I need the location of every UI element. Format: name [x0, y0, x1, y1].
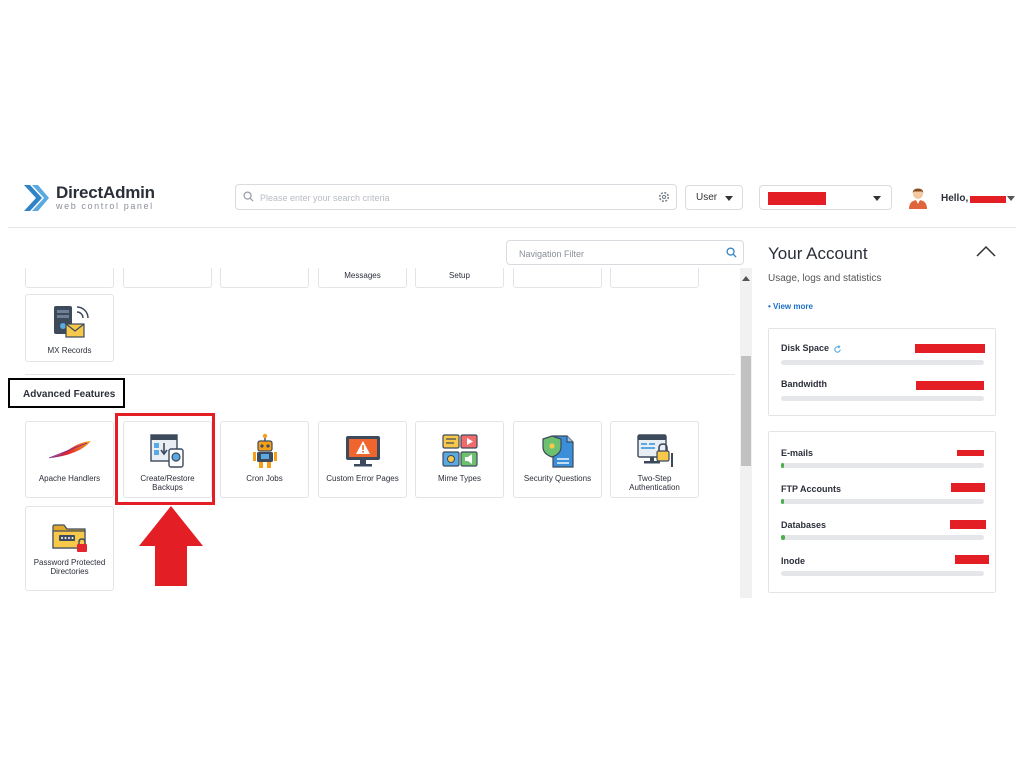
feature-card-cron-jobs[interactable]: Cron Jobs	[220, 421, 309, 498]
stat-label: Disk Space	[781, 343, 830, 353]
user-avatar-icon[interactable]	[908, 187, 928, 209]
feature-card-password-protected-directories[interactable]: Password Protected Directories	[25, 506, 114, 591]
feature-card-partial[interactable]	[220, 268, 309, 288]
progress-bar	[781, 499, 984, 504]
usage-stats-box: Disk Space Bandwidth	[768, 328, 996, 416]
progress-bar	[781, 396, 984, 401]
feature-card-partial[interactable]	[610, 268, 699, 288]
red-arrow-icon	[139, 506, 203, 586]
apache-feather-icon	[48, 441, 91, 459]
feature-card-security-questions[interactable]: Security Questions	[513, 421, 602, 498]
navigation-filter[interactable]	[506, 240, 744, 265]
redacted-value	[915, 344, 985, 353]
feature-card-mime-types[interactable]: Mime Types	[415, 421, 504, 498]
feature-card-partial[interactable]	[25, 268, 114, 288]
redacted-value	[957, 450, 984, 456]
directadmin-logo-icon[interactable]	[22, 183, 50, 213]
section-title-advanced-features: Advanced Features	[8, 378, 125, 408]
navigation-filter-input[interactable]	[517, 245, 721, 263]
search-input[interactable]	[258, 188, 662, 208]
refresh-icon[interactable]	[833, 345, 842, 354]
stat-label: E-mails	[781, 448, 814, 458]
feature-card-label: Apache Handlers	[38, 474, 101, 483]
feature-card-custom-error-pages[interactable]: Custom Error Pages	[318, 421, 407, 498]
redacted-username	[970, 196, 1006, 203]
stat-label: Inode	[781, 556, 805, 566]
two-step-lock-icon	[636, 434, 673, 467]
redacted-value	[951, 483, 985, 492]
feature-card-label: Password Protected Directories	[33, 558, 106, 576]
feature-card-label: Cron Jobs	[246, 474, 283, 483]
mx-records-icon	[53, 306, 89, 338]
scroll-up-arrow-icon[interactable]	[742, 276, 750, 281]
feature-card-label: Custom Error Pages	[326, 474, 399, 483]
scrollbar-thumb[interactable]	[741, 356, 751, 466]
feature-card-setup[interactable]: Setup	[415, 268, 504, 288]
redacted-domain	[768, 192, 826, 205]
redacted-value	[955, 555, 989, 564]
error-monitor-icon	[345, 436, 380, 467]
feature-card-label: Setup	[449, 271, 470, 280]
section-divider	[25, 374, 735, 375]
header-divider	[8, 227, 1016, 228]
gear-icon[interactable]	[658, 191, 670, 203]
search-icon	[243, 191, 254, 202]
progress-fill	[781, 463, 785, 468]
feature-card-apache-handlers[interactable]: Apache Handlers	[25, 421, 114, 498]
user-greeting[interactable]: Hello,	[941, 193, 968, 204]
feature-card-partial[interactable]	[513, 268, 602, 288]
chevron-up-icon[interactable]	[975, 244, 997, 258]
global-search-bar[interactable]	[235, 184, 677, 210]
progress-bar	[781, 535, 984, 540]
role-select[interactable]: User	[685, 185, 743, 210]
progress-bar	[781, 571, 984, 576]
progress-fill	[781, 499, 785, 504]
search-icon	[726, 247, 737, 258]
highlight-box	[115, 413, 215, 505]
feature-card-mx-records[interactable]: MX Records	[25, 294, 114, 362]
account-panel-subtitle: Usage, logs and statistics	[768, 273, 882, 284]
progress-bar	[781, 463, 984, 468]
locked-folder-icon	[51, 524, 87, 552]
resource-counts-box: E-mails FTP Accounts Databases Inode	[768, 431, 996, 593]
view-more-link[interactable]: • View more	[768, 302, 813, 311]
account-panel-title: Your Account	[768, 244, 868, 263]
feature-card-label: Two-Step Authentication	[629, 474, 680, 492]
progress-fill	[781, 535, 786, 540]
feature-card-label: Mime Types	[438, 474, 481, 483]
redacted-value	[950, 520, 986, 529]
robot-icon	[252, 433, 277, 468]
chevron-down-icon	[725, 196, 733, 201]
shield-document-icon	[541, 435, 574, 468]
stat-label: FTP Accounts	[781, 484, 842, 494]
progress-bar	[781, 360, 984, 365]
chevron-down-icon	[873, 196, 881, 201]
feature-card-label: Messages	[344, 271, 381, 280]
role-select-value: User	[696, 192, 718, 203]
feature-card-partial[interactable]	[123, 268, 212, 288]
feature-card-label: Security Questions	[523, 474, 592, 483]
stat-label: Bandwidth	[781, 379, 827, 389]
chevron-down-icon[interactable]	[1007, 196, 1015, 201]
feature-card-two-step-authentication[interactable]: Two-Step Authentication	[610, 421, 699, 498]
domain-select[interactable]	[759, 185, 892, 210]
feature-card-messages[interactable]: Messages	[318, 268, 407, 288]
feature-card-label: MX Records	[47, 346, 92, 355]
stat-label: Databases	[781, 520, 827, 530]
media-types-icon	[441, 434, 478, 467]
brand-name[interactable]: DirectAdmin	[56, 183, 155, 203]
redacted-value	[916, 381, 984, 390]
brand-tagline: web control panel	[56, 201, 154, 211]
